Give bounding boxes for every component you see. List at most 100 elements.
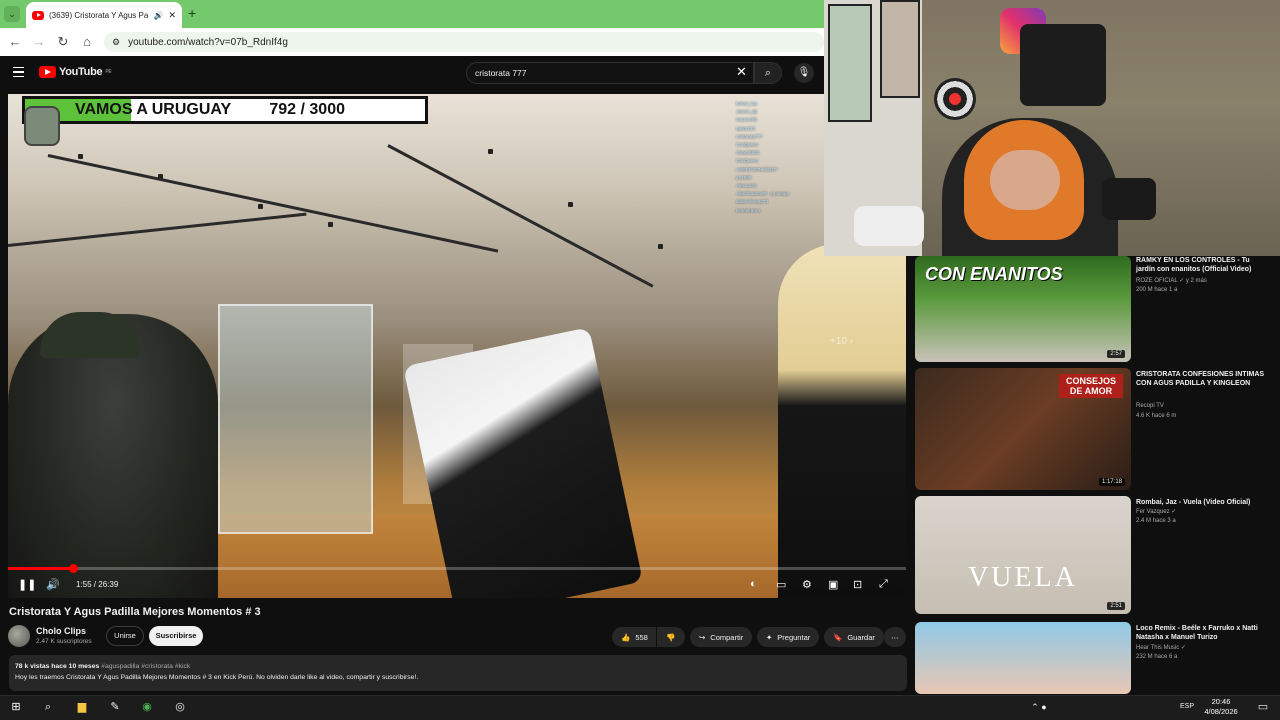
search-icon[interactable]: ⌕ (39, 699, 57, 715)
share-label: Compartir (710, 632, 744, 642)
skip-forward-indicator: +10 › (830, 336, 854, 347)
pause-icon[interactable]: ❚❚ (18, 578, 36, 591)
volume-icon[interactable]: 🔊 (46, 578, 60, 591)
back-icon[interactable]: ← (7, 34, 23, 49)
video-thumbnail[interactable]: CONSEJOS DE AMOR 1:17:18 (915, 368, 1131, 490)
cast-icon[interactable]: ⊡ (853, 578, 862, 591)
progress-scrubber[interactable] (68, 564, 78, 573)
video-duration: 2:51 (1107, 602, 1125, 610)
join-button[interactable]: Unirse (106, 626, 144, 646)
language-indicator[interactable]: ESP (1180, 703, 1194, 710)
subscribe-button[interactable]: Suscribirse (149, 626, 203, 646)
video-duration: 2:57 (1107, 350, 1125, 358)
recommended-meta: 2.4 M hace 3 a (1136, 518, 1176, 524)
tab-search-button[interactable]: ⌄ (4, 6, 20, 22)
search-button[interactable]: ⌕ (754, 62, 782, 84)
video-thumbnail[interactable]: CON ENANITOS 2:57 (915, 256, 1131, 362)
video-player[interactable]: VAMOS A URUGUAY 792 / 3000 kolont_lop Jei… (8, 94, 906, 598)
fullscreen-icon[interactable]: ⤢ (879, 578, 888, 591)
windows-start-icon[interactable]: ⊞ (7, 699, 25, 715)
recommended-channel: Recopi TV (1136, 403, 1164, 409)
recommended-title: Loco Remix - Beéle x Farruko x Natti Nat… (1136, 625, 1258, 641)
recommended-meta: 200 M hace 1 a (1136, 287, 1178, 293)
hanging-shirt (1020, 24, 1106, 106)
thumbnail-text: CON ENANITOS (925, 264, 1063, 284)
subtitles-icon[interactable]: ▭ (776, 578, 786, 591)
search-input[interactable]: cristorata 777 (466, 62, 754, 84)
goal-count: 792 / 3000 (269, 101, 345, 118)
video-title: Cristorata Y Agus Padilla Mejores Moment… (9, 606, 261, 618)
time-current: 1:55 (76, 580, 92, 589)
ask-label: Preguntar (777, 632, 811, 642)
settings-icon[interactable]: ⚙ (802, 578, 812, 591)
channel-avatar[interactable] (8, 625, 30, 647)
autoplay-toggle-icon[interactable]: ◐ (750, 578, 757, 590)
bookmark-icon: 🔖 (833, 632, 843, 642)
person-right (778, 244, 906, 598)
new-tab-button[interactable]: + (188, 5, 196, 21)
subscriber-count: 2.47 K suscriptores (36, 638, 92, 645)
dislike-button[interactable]: 👎 (657, 627, 685, 647)
save-button[interactable]: 🔖 Guardar (824, 627, 884, 647)
streamer-face (990, 150, 1060, 210)
share-button[interactable]: ↪ Compartir (690, 627, 753, 647)
logo-region: PE (105, 69, 112, 75)
obs-icon[interactable]: ◎ (171, 699, 189, 715)
views-and-date: 78 k vistas hace 10 meses (15, 663, 100, 670)
like-button[interactable]: 👍 558 (612, 627, 656, 647)
description-box[interactable]: 78 k vistas hace 10 meses #aguspadilla #… (9, 655, 907, 691)
save-label: Guardar (847, 632, 875, 642)
dartboard-icon (934, 78, 976, 120)
youtube-logo[interactable]: YouTube PE (39, 66, 112, 78)
channel-name[interactable]: Cholo Clips (36, 626, 86, 636)
forward-icon[interactable]: → (31, 34, 47, 49)
share-icon: ↪ (699, 632, 706, 642)
recommended-title: RAMKY EN LOS CONTROLES - Tu jardín con e… (1136, 257, 1252, 273)
framed-poster (828, 4, 872, 122)
home-icon[interactable]: ⌂ (79, 34, 95, 49)
speaker-icon[interactable]: 🔊 (153, 11, 163, 20)
more-actions-button[interactable]: ⋯ (884, 627, 906, 647)
tab-close-icon[interactable]: ✕ (168, 10, 176, 21)
taskbar-clock[interactable]: 20:46 4/08/2026 (1196, 697, 1246, 717)
browser-tab[interactable]: (3639) Cristorata Y Agus Pa 🔊 ✕ (26, 2, 182, 28)
progress-bar[interactable] (8, 567, 906, 570)
reload-icon[interactable]: ↻ (55, 34, 71, 50)
more-icon: ⋯ (891, 632, 899, 642)
thumbs-down-icon: 👎 (666, 632, 676, 642)
thumbnail-text: CONSEJOS DE AMOR (1059, 374, 1123, 398)
notification-icon[interactable]: ▭ (1254, 699, 1272, 715)
hashtags[interactable]: #aguspadilla #cristorata #kick (101, 663, 190, 670)
video-thumbnail[interactable] (915, 622, 1131, 694)
file-explorer-icon[interactable]: ▆ (73, 699, 91, 715)
recommended-channel: Fer Vazquez ✓ (1136, 509, 1177, 515)
miniplayer-icon[interactable]: ▣ (828, 578, 838, 591)
address-bar[interactable]: ⚙ youtube.com/watch?v=07b_RdnIf4g (104, 32, 824, 52)
recommended-channel: ROZE OFICIAL ✓ y 2 más (1136, 278, 1207, 284)
recommended-channel: Hear This Music ✓ (1136, 645, 1186, 651)
site-info-icon[interactable]: ⚙ (112, 37, 120, 48)
video-duration: 1:17:18 (1098, 478, 1125, 486)
url-text: youtube.com/watch?v=07b_RdnIf4g (128, 36, 288, 48)
recommended-video[interactable]: CON ENANITOS 2:57 RAMKY EN LOS CONTROLES… (915, 256, 1275, 364)
thumbnail-text: VUELA (968, 562, 1078, 593)
menu-icon[interactable] (13, 67, 24, 77)
recommended-video[interactable]: Loco Remix - Beéle x Farruko x Natti Nat… (915, 622, 1275, 694)
display-case (218, 304, 373, 534)
clear-search-icon[interactable]: ✕ (736, 64, 747, 80)
chrome-icon[interactable]: ◉ (138, 699, 156, 715)
system-tray-icons[interactable]: ⌃ ● ◐ ▭ ✉ ▣ ♫ ☁ 🔊 (1030, 699, 1048, 720)
recommended-video[interactable]: VUELA 2:51 Rombai, Jaz - Vuela (Video Of… (915, 496, 1275, 616)
progress-fill (8, 567, 73, 570)
sparkle-icon: ✦ (766, 632, 773, 642)
video-thumbnail[interactable]: VUELA 2:51 (915, 496, 1131, 614)
app-icon[interactable]: ✎ (106, 699, 124, 715)
donation-goal-bar: VAMOS A URUGUAY 792 / 3000 (22, 96, 428, 124)
recommended-video[interactable]: CONSEJOS DE AMOR 1:17:18 CRISTORATA CONF… (915, 368, 1275, 492)
ask-button[interactable]: ✦ Preguntar (757, 627, 820, 647)
microphone-arm (854, 206, 924, 246)
microphone (1102, 178, 1156, 220)
microphone-icon[interactable]: 🎙 (794, 63, 814, 83)
youtube-favicon-icon (32, 10, 44, 20)
clock-time: 20:46 (1211, 697, 1231, 706)
